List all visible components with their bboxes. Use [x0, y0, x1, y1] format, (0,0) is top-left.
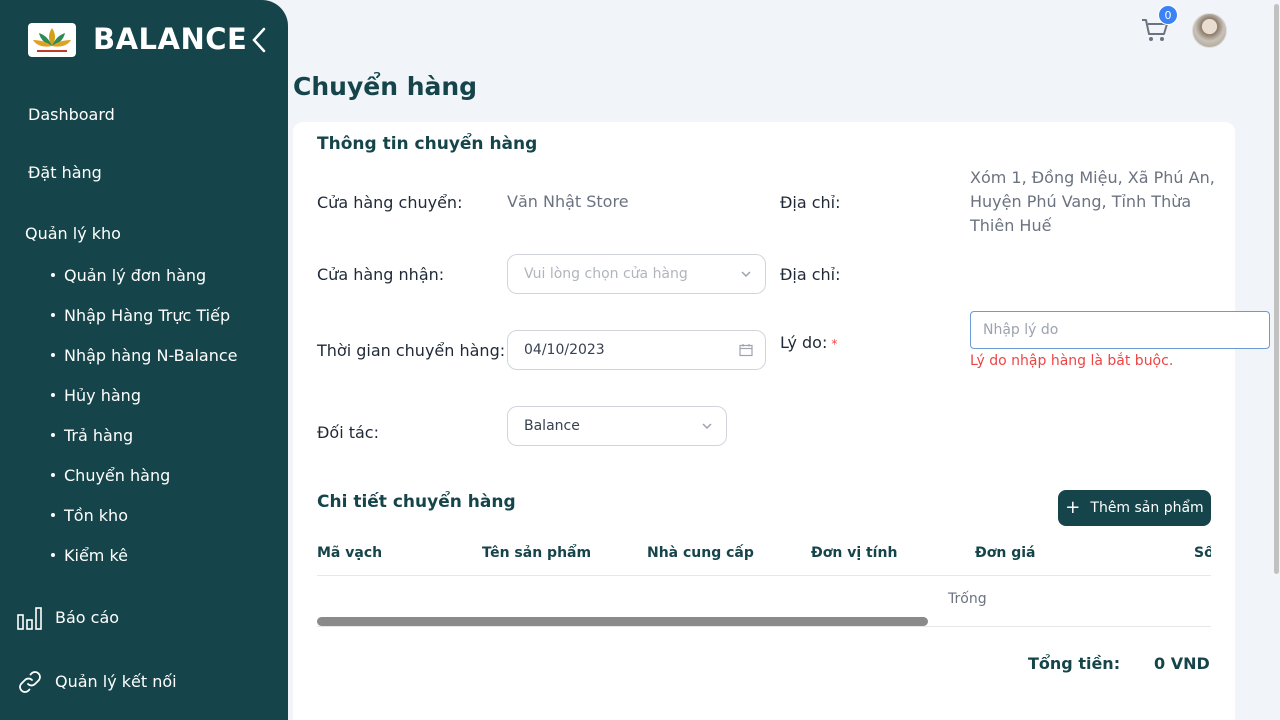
sidebar: BALANCE Dashboard Đặt hàng Quản lý kho Q…	[0, 0, 288, 720]
required-mark: *	[831, 337, 838, 351]
bullet-icon	[51, 472, 55, 477]
sidebar-subitem-direct-import[interactable]: Nhập Hàng Trực Tiếp	[51, 306, 230, 325]
sidebar-subitem-cancel[interactable]: Hủy hàng	[51, 386, 141, 405]
bar-chart-icon	[17, 607, 42, 630]
avatar[interactable]	[1192, 13, 1227, 48]
sidebar-item-connection[interactable]: Quản lý kết nối	[55, 672, 177, 691]
page-title: Chuyển hàng	[293, 72, 478, 101]
column-header-product-name: Tên sản phẩm	[482, 545, 592, 561]
table-empty-text: Trống	[948, 591, 987, 607]
partner-select[interactable]: Balance	[507, 406, 727, 446]
to-store-select[interactable]: Vui lòng chọn cửa hàng	[507, 254, 766, 294]
page-scrollbar-thumb[interactable]	[1274, 4, 1279, 574]
brand-logo	[28, 23, 76, 57]
transfer-detail-title: Chi tiết chuyển hàng	[317, 492, 516, 512]
bullet-icon	[51, 512, 55, 517]
to-address-label: Địa chỉ:	[780, 265, 841, 284]
column-header-barcode: Mã vạch	[317, 545, 383, 561]
bullet-icon	[51, 312, 55, 317]
add-product-button[interactable]: + Thêm sản phẩm	[1058, 490, 1211, 526]
calendar-icon	[739, 344, 753, 357]
from-address-label: Địa chỉ:	[780, 193, 841, 212]
cart-count-badge: 0	[1158, 5, 1178, 25]
column-header-price: Đơn giá	[975, 545, 1036, 561]
bullet-icon	[51, 272, 55, 277]
date-picker[interactable]: 04/10/2023	[507, 330, 766, 370]
collapse-sidebar-button[interactable]	[248, 26, 270, 54]
sidebar-subitem-nbalance-import[interactable]: Nhập hàng N-Balance	[51, 346, 237, 365]
table-bottom-divider	[317, 626, 1211, 627]
total-label: Tổng tiền:	[1028, 654, 1121, 673]
reason-error: Lý do nhập hàng là bắt buộc.	[970, 353, 1174, 369]
from-store-label: Cửa hàng chuyển:	[317, 193, 463, 212]
column-header-unit: Đơn vị tính	[811, 545, 898, 561]
to-store-placeholder: Vui lòng chọn cửa hàng	[524, 266, 688, 282]
chevron-down-icon	[741, 271, 751, 278]
chevron-left-icon	[252, 27, 266, 53]
sidebar-item-dashboard[interactable]: Dashboard	[28, 105, 115, 124]
reason-input[interactable]	[970, 311, 1270, 349]
bullet-icon	[51, 352, 55, 357]
bullet-icon	[51, 392, 55, 397]
table-header-divider	[317, 575, 1211, 576]
column-header-supplier: Nhà cung cấp	[647, 545, 754, 561]
sidebar-subitem-transfer[interactable]: Chuyển hàng	[51, 466, 170, 485]
bullet-icon	[51, 432, 55, 437]
plus-icon: +	[1065, 497, 1081, 518]
partner-value: Balance	[524, 418, 580, 434]
from-store-value: Văn Nhật Store	[507, 192, 629, 211]
bullet-icon	[51, 552, 55, 557]
column-header-quantity: Số	[1194, 545, 1211, 561]
brand-name: BALANCE	[93, 22, 248, 56]
sidebar-subitem-orders[interactable]: Quản lý đơn hàng	[51, 266, 206, 285]
reason-label: Lý do: *	[780, 333, 838, 352]
sidebar-subitem-stocktake[interactable]: Kiểm kê	[51, 546, 128, 565]
to-store-label: Cửa hàng nhận:	[317, 265, 445, 284]
sidebar-subitem-inventory[interactable]: Tồn kho	[51, 506, 128, 525]
date-label: Thời gian chuyển hàng:	[317, 341, 506, 360]
sidebar-item-report[interactable]: Báo cáo	[55, 608, 119, 627]
sidebar-item-order[interactable]: Đặt hàng	[28, 163, 102, 182]
transfer-info-title: Thông tin chuyển hàng	[317, 134, 538, 154]
date-value: 04/10/2023	[524, 342, 605, 358]
from-address-value: Xóm 1, Đồng Miệu, Xã Phú An, Huyện Phú V…	[970, 168, 1215, 235]
partner-label: Đối tác:	[317, 423, 379, 442]
link-icon	[19, 671, 41, 693]
total-value: 0 VND	[1154, 654, 1210, 673]
sidebar-subitem-return[interactable]: Trả hàng	[51, 426, 133, 445]
chevron-down-icon	[702, 423, 712, 430]
table-horizontal-scrollbar[interactable]	[317, 617, 928, 626]
sidebar-item-warehouse[interactable]: Quản lý kho	[25, 224, 121, 243]
